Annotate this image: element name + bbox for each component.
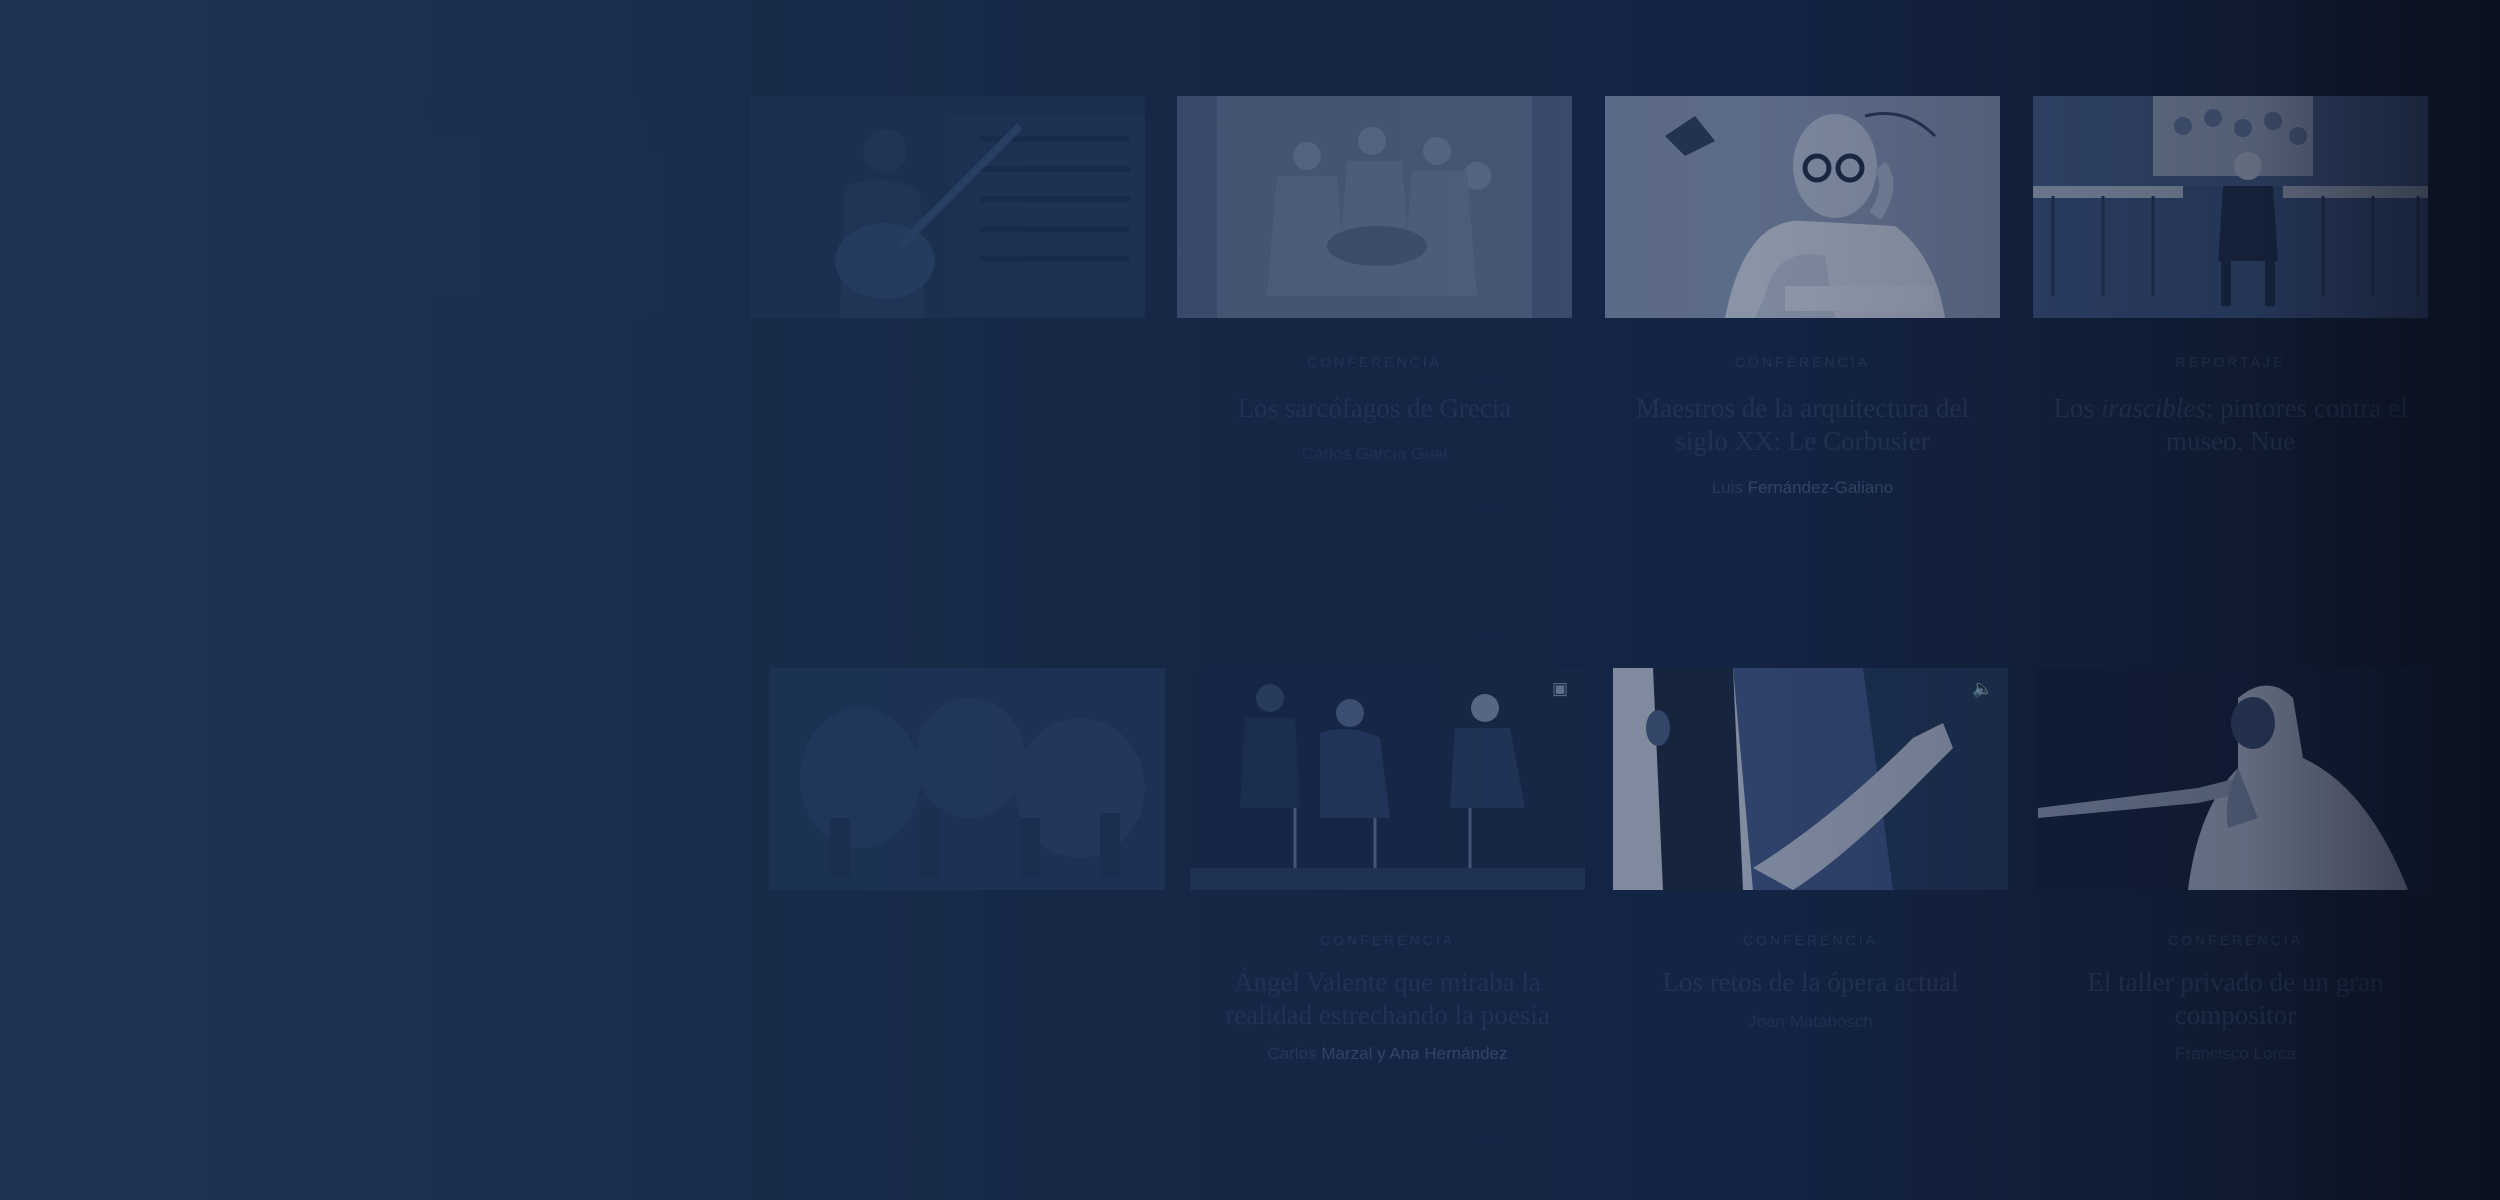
- card-thumbnail[interactable]: [1605, 96, 2000, 318]
- card-author: Carlos Marzal y Ana Hernández: [1190, 1044, 1585, 1064]
- speaker-icon: 🔈: [1972, 679, 1994, 698]
- content-backdrop: Conferencia Los sarcófagos de Grecia Car…: [0, 0, 2500, 1200]
- card-thumbnail[interactable]: [750, 96, 1145, 318]
- author-last-name: Fernández-Galiano: [1747, 478, 1894, 497]
- card-thumbnail[interactable]: [1177, 96, 1572, 318]
- card-title[interactable]: Los sarcófagos de Grecia: [1197, 392, 1552, 425]
- card-thumbnail[interactable]: 🔈: [1613, 668, 2008, 890]
- card-thumbnail[interactable]: ▣: [1190, 668, 1585, 890]
- title-text: Los: [2053, 393, 2101, 423]
- card-author: Luis Fernández-Galiano: [1605, 478, 2000, 498]
- card-category: Conferencia: [1307, 354, 1442, 370]
- card-category: Reportaje: [2175, 354, 2286, 370]
- card-thumbnail[interactable]: [2038, 668, 2433, 890]
- card-author: Francisco Lorca: [2175, 1044, 2296, 1063]
- title-italic: irascibles: [2100, 393, 2206, 423]
- video-icon: ▣: [1551, 679, 1569, 698]
- card-category: Conferencia: [1320, 932, 1455, 948]
- card-title[interactable]: El taller privado de un gran compositor: [2058, 966, 2413, 1032]
- author-first-name: Luis: [1711, 478, 1743, 497]
- card-title[interactable]: Los retos de la ópera actual: [1633, 966, 1988, 999]
- card-title[interactable]: Los irascibles: pintores contra el museo…: [2053, 392, 2408, 458]
- card-category: Conferencia: [1735, 354, 1870, 370]
- author-last-name: Marzal y Ana Hernández: [1321, 1044, 1508, 1063]
- card-author: Joan Matabosch: [1748, 1012, 1873, 1031]
- card-title[interactable]: Maestros de la arquitectura del siglo XX…: [1625, 392, 1980, 458]
- card-thumbnail[interactable]: [2033, 96, 2428, 318]
- card-author: Carlos García Gual: [1301, 444, 1448, 463]
- card-category: Conferencia: [1743, 932, 1878, 948]
- author-first-name: Carlos: [1267, 1044, 1317, 1063]
- card-category: Conferencia: [2168, 932, 2303, 948]
- card-title[interactable]: Ángel Valente que miraba la realidad est…: [1210, 966, 1565, 1032]
- card-thumbnail[interactable]: [770, 668, 1165, 890]
- card-thumbnail[interactable]: [320, 96, 715, 318]
